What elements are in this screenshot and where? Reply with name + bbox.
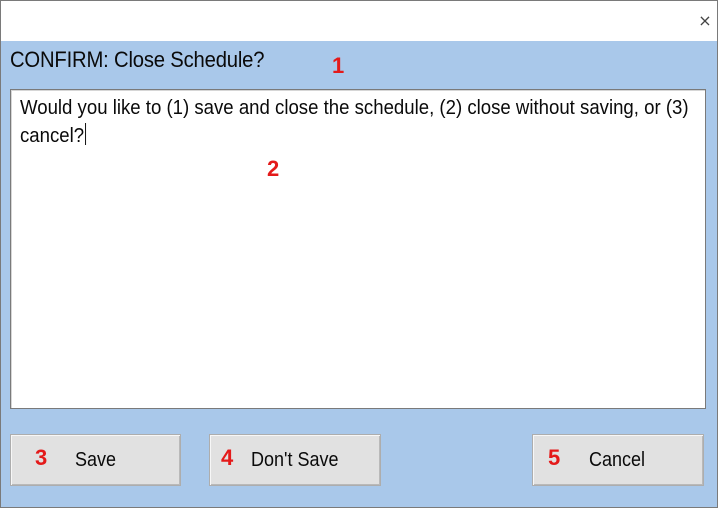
text-cursor	[85, 123, 86, 145]
cancel-button-label: Cancel	[589, 449, 646, 471]
title-bar-edge	[1, 1, 717, 4]
annotation-marker-3: 3	[35, 445, 48, 470]
message-textbox[interactable]: Would you like to (1) save and close the…	[10, 89, 706, 409]
close-icon[interactable]: ×	[697, 13, 713, 29]
dialog-heading: CONFIRM: Close Schedule?	[10, 47, 265, 72]
annotation-marker-4: 4	[221, 445, 234, 470]
save-button[interactable]: 3 Save	[10, 434, 181, 486]
save-button-label: Save	[75, 449, 117, 471]
annotation-marker-5: 5	[548, 445, 561, 470]
dialog-body: CONFIRM: Close Schedule? 1 Would you lik…	[1, 41, 717, 507]
title-bar: ×	[1, 1, 717, 41]
confirm-dialog-window: × CONFIRM: Close Schedule? 1 Would you l…	[0, 0, 718, 508]
message-text: Would you like to (1) save and close the…	[20, 97, 689, 147]
dont-save-button-label: Don't Save	[251, 449, 339, 471]
annotation-marker-2: 2	[267, 156, 280, 181]
annotation-marker-1: 1	[332, 53, 345, 78]
cancel-button[interactable]: 5 Cancel	[532, 434, 704, 486]
dont-save-button[interactable]: 4 Don't Save	[209, 434, 381, 486]
